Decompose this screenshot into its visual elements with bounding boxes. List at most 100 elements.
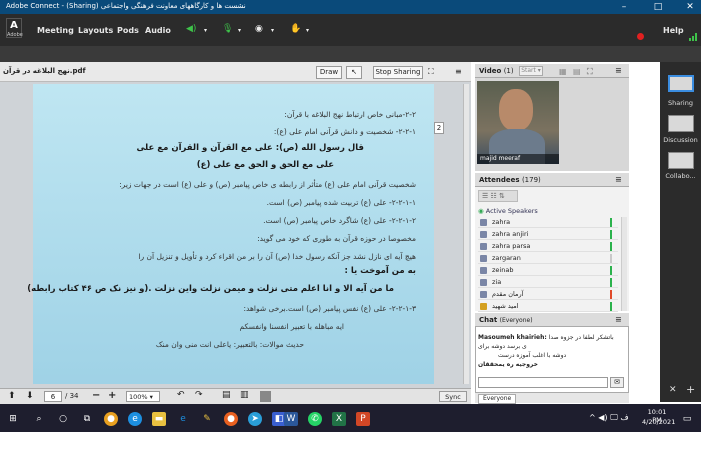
chrome-icon[interactable]: ●	[104, 412, 118, 426]
webcam-video: majid meeraf	[477, 81, 559, 164]
speaker-icon[interactable]: ◀)	[186, 24, 196, 37]
zoom-in-icon[interactable]: +	[108, 390, 116, 401]
status-dropdown-icon[interactable]: ▾	[306, 27, 309, 40]
fullscreen-video-icon[interactable]: ⛶	[587, 65, 593, 79]
chat-input[interactable]	[478, 377, 608, 388]
system-tray-icons[interactable]: ^ ◀) 🖵 ف	[589, 413, 629, 423]
window-title: Adobe Connect - (Sharing) نشست ها و کارگ…	[6, 2, 246, 10]
powerpoint-icon[interactable]: P	[356, 412, 370, 426]
collapse-icon[interactable]: ✕	[669, 385, 677, 395]
telegram-icon[interactable]: ➤	[248, 412, 262, 426]
fit-page-icon[interactable]: ▥	[240, 390, 249, 400]
thumbnails-icon[interactable]	[260, 391, 271, 402]
attendee-row[interactable]: امید شهید	[478, 301, 618, 312]
attendees-view-toggle[interactable]: ☰ ☷ ⇅	[478, 190, 518, 202]
fit-width-icon[interactable]: ▤	[222, 390, 231, 400]
attendees-count: (179)	[521, 176, 541, 184]
windows-start-icon[interactable]: ⊞	[6, 412, 20, 426]
layout-thumb-discussion[interactable]	[668, 115, 694, 132]
attendee-row[interactable]: zia	[478, 277, 618, 288]
rotate-right-icon[interactable]: ↷	[195, 390, 203, 400]
menu-meeting[interactable]: Meeting	[37, 26, 74, 35]
attendee-row[interactable]: zahra anjiri	[478, 229, 618, 240]
task-view-icon[interactable]: ⧉	[80, 412, 94, 426]
attendees-pod-menu-icon[interactable]: ≡	[615, 173, 622, 187]
layout-label-discussion[interactable]: Discussion	[663, 136, 698, 144]
close-button[interactable]: ✕	[679, 0, 701, 14]
webcam-dropdown-icon[interactable]: ▾	[271, 27, 274, 40]
layout-label-collaboration[interactable]: Collabo...	[663, 172, 698, 180]
chat-tab-everyone[interactable]: Everyone	[478, 394, 517, 404]
zoom-out-icon[interactable]: −	[92, 390, 100, 401]
chat-send-icon[interactable]: ✉	[610, 377, 624, 388]
search-icon[interactable]: ⌕	[32, 412, 46, 426]
notifications-icon[interactable]: ▭	[680, 412, 694, 426]
attendee-row[interactable]: zargaran	[478, 253, 618, 264]
paint-icon[interactable]: ✎	[200, 412, 214, 426]
video-pod-count: (1)	[503, 67, 514, 75]
doc-scrollbar[interactable]	[463, 84, 469, 384]
microphone-icon[interactable]: 🎙	[222, 24, 233, 37]
doc-line: به من آموخت یا :	[344, 266, 416, 276]
shared-document-page: ۲-۲-مبانی خاص ارتباط نهج البلاغه با قرآن…	[27, 84, 434, 384]
raise-hand-icon[interactable]: ✋	[290, 24, 301, 37]
doc-line: ایه مباهله با تعبیر انفسنا وانفسکم	[239, 322, 345, 331]
chat-message-author: Masoumeh khairieh:	[478, 334, 547, 341]
connection-bars-icon	[689, 32, 698, 41]
chat-tabs: Everyone	[475, 392, 629, 404]
stop-sharing-button[interactable]: Stop Sharing	[373, 66, 423, 79]
attendees-pod-header: Attendees (179) ≡	[475, 173, 629, 187]
menu-audio[interactable]: Audio	[145, 26, 171, 35]
zoom-select[interactable]: 100% ▾	[126, 391, 160, 402]
attendee-row[interactable]: آرمان مقدم	[478, 289, 618, 300]
microphone-dropdown-icon[interactable]: ▾	[238, 27, 241, 40]
doc-line: علی مع الحق و الحق مع علی (ع)	[196, 160, 334, 170]
attendees-scrollbar[interactable]	[621, 217, 627, 311]
excel-icon[interactable]: X	[332, 412, 346, 426]
edge-icon[interactable]: e	[128, 412, 142, 426]
word-icon[interactable]: W	[284, 412, 298, 426]
whatsapp-icon[interactable]: ✆	[308, 412, 322, 426]
doc-line: ۲-۲-۱- شخصیت و دانش قرآنی امام علی (ع):	[273, 127, 416, 136]
pod-menu-icon[interactable]: ≡	[455, 67, 462, 76]
attendee-icon	[480, 291, 487, 298]
sync-button[interactable]: Sync	[439, 391, 467, 402]
layout-strip	[0, 46, 701, 62]
grid-view-icon[interactable]: ▦	[559, 65, 567, 79]
speaker-face	[499, 89, 533, 131]
attendee-row[interactable]: zeinab	[478, 265, 618, 276]
layout-thumb-sharing[interactable]	[668, 75, 694, 92]
previous-page-icon[interactable]: ⬆	[8, 391, 16, 401]
chat-message-text: خروجیه ره یمحققان	[478, 361, 538, 368]
menu-help[interactable]: Help	[663, 26, 684, 35]
start-webcam-button[interactable]: Start ▾	[519, 66, 543, 76]
chat-pod-menu-icon[interactable]: ≡	[615, 313, 622, 327]
webcam-icon[interactable]: ◉	[255, 24, 263, 37]
attendee-row[interactable]: zahra parsa	[478, 241, 618, 252]
attendee-icon	[480, 219, 487, 226]
speaker-dropdown-icon[interactable]: ▾	[204, 27, 207, 40]
video-pod-menu-icon[interactable]: ≡	[615, 64, 622, 78]
filmstrip-view-icon[interactable]: ▤	[573, 65, 581, 79]
minimize-button[interactable]: –	[613, 0, 635, 14]
doc-line: مخصوصا در حوزه قرآن به طوری که خود می گو…	[257, 234, 416, 243]
chat-scope: (Everyone)	[499, 317, 533, 324]
pointer-tool-icon[interactable]: ↖	[346, 66, 362, 79]
next-page-icon[interactable]: ⬇	[26, 391, 34, 401]
file-explorer-icon[interactable]: ▬	[152, 412, 166, 426]
fullscreen-icon[interactable]: ⛶	[428, 67, 434, 77]
layout-label-sharing[interactable]: Sharing	[663, 99, 698, 107]
internet-explorer-icon[interactable]: e	[176, 412, 190, 426]
menu-pods[interactable]: Pods	[117, 26, 139, 35]
firefox-icon[interactable]: ●	[224, 412, 238, 426]
add-layout-icon[interactable]: +	[686, 383, 695, 396]
draw-button[interactable]: Draw	[316, 66, 342, 79]
cortana-icon[interactable]: ○	[56, 412, 70, 426]
attendee-row[interactable]: zahra	[478, 217, 618, 228]
layout-thumb-collaboration[interactable]	[668, 152, 694, 169]
menu-layouts[interactable]: Layouts	[78, 26, 113, 35]
layouts-sidebar	[660, 62, 701, 402]
maximize-button[interactable]: □	[647, 0, 669, 14]
page-number-input[interactable]: 6	[44, 391, 62, 402]
rotate-left-icon[interactable]: ↶	[177, 390, 185, 400]
